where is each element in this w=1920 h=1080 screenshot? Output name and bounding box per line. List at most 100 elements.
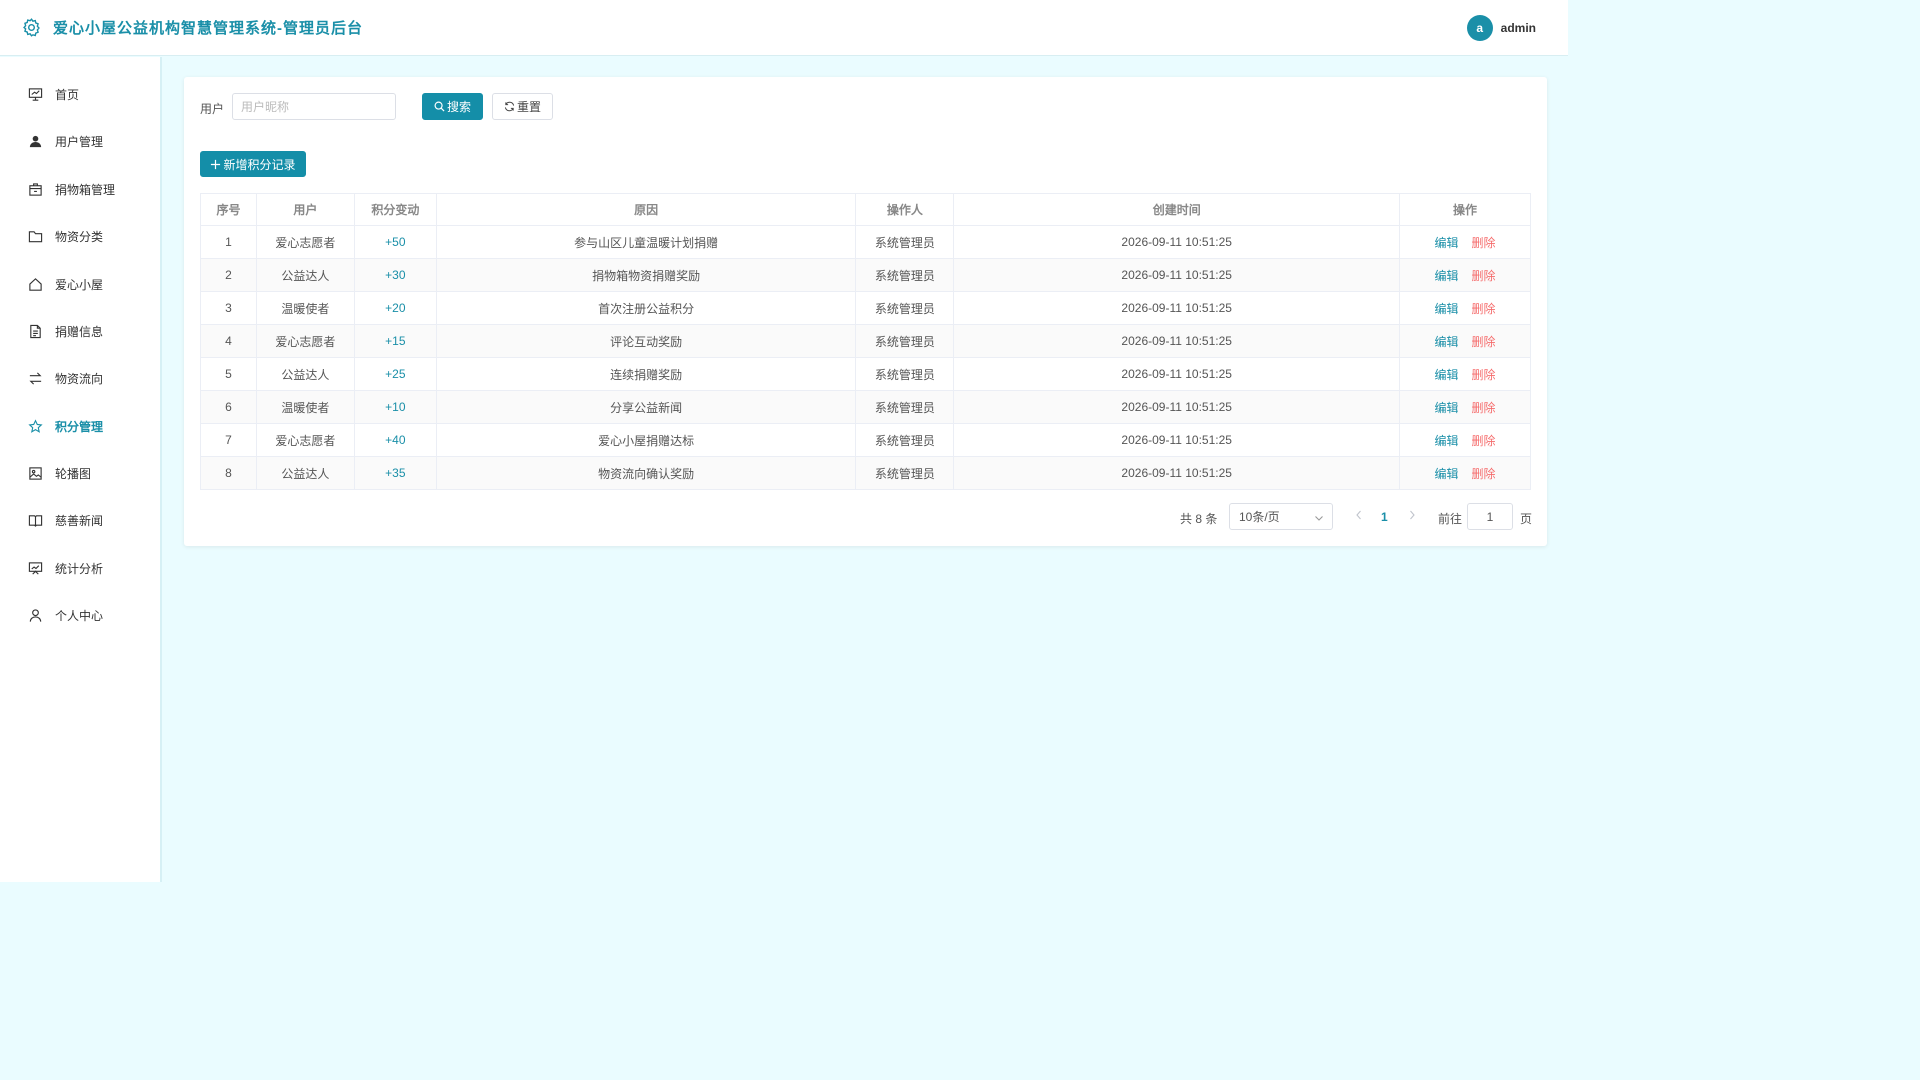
cell-operator: 系统管理员: [855, 456, 955, 490]
cell-change: +40: [353, 423, 437, 457]
cell-user: 温暖使者: [255, 291, 355, 325]
cell-index: 6: [200, 390, 257, 424]
table-row: 5 公益达人 +25 连续捐赠奖励 系统管理员 2026-09-11 10:51:25 编辑…: [200, 357, 1531, 391]
sidebar-item-home[interactable]: 首页: [0, 79, 160, 109]
sidebar-item-label: 首页: [55, 87, 80, 102]
table-row: 8 公益达人 +35 物资流向确认奖励 系统管理员 2026-09-11 10:51:25…: [200, 456, 1531, 490]
cell-operator: 系统管理员: [855, 324, 955, 358]
chart-board-icon: [28, 561, 43, 575]
delete-button[interactable]: 删除: [1472, 434, 1496, 448]
delete-button[interactable]: 删除: [1472, 467, 1496, 481]
delete-button[interactable]: 删除: [1472, 269, 1496, 283]
sidebar-item-donations[interactable]: 捐赠信息: [0, 316, 160, 346]
cell-index: 3: [200, 291, 257, 325]
cell-operator: 系统管理员: [855, 291, 955, 325]
sidebar-item-label: 用户管理: [55, 134, 104, 149]
column-header: 原因: [435, 193, 857, 226]
cell-reason: 首次注册公益积分: [435, 291, 857, 325]
edit-button[interactable]: 编辑: [1435, 269, 1459, 283]
sidebar-item-love-house[interactable]: 爱心小屋: [0, 269, 160, 299]
edit-button[interactable]: 编辑: [1435, 335, 1459, 349]
search-button[interactable]: 搜索: [422, 93, 483, 120]
goto-page-input[interactable]: [1467, 503, 1513, 530]
box-icon: [29, 182, 42, 196]
transfer-icon: [29, 371, 42, 385]
cell-actions: 编辑 删除: [1399, 456, 1531, 490]
cell-user: 温暖使者: [255, 390, 355, 424]
cell-change: +50: [353, 225, 437, 259]
sidebar-item-users[interactable]: 用户管理: [0, 126, 160, 156]
house-icon: [29, 277, 42, 291]
dashboard-icon: [28, 87, 43, 101]
goto-label: 前往: [1438, 512, 1463, 526]
user-menu[interactable]: a admin: [1466, 15, 1536, 41]
sidebar-item-label: 轮播图: [55, 466, 92, 481]
search-label: 用户: [200, 102, 225, 116]
sidebar-item-points[interactable]: 积分管理: [0, 411, 160, 441]
cell-reason: 连续捐赠奖励: [435, 357, 857, 391]
edit-button[interactable]: 编辑: [1435, 368, 1459, 382]
search-icon: [434, 101, 445, 112]
top-header: 爱心小屋公益机构智慧管理系统-管理员后台 a admin: [0, 0, 1568, 56]
column-header: 用户: [255, 193, 355, 226]
username[interactable]: admin: [1501, 21, 1536, 35]
pagination: 共 8 条 10条/页 1 前往 页: [184, 503, 1547, 531]
edit-button[interactable]: 编辑: [1435, 401, 1459, 415]
sidebar-item-categories[interactable]: 物资分类: [0, 221, 160, 251]
page-size-select[interactable]: 10条/页: [1229, 503, 1333, 530]
cell-reason: 评论互动奖励: [435, 324, 857, 358]
cell-reason: 捐物箱物资捐赠奖励: [435, 258, 857, 292]
page-number-current[interactable]: 1: [1381, 510, 1388, 524]
delete-button[interactable]: 删除: [1472, 401, 1496, 415]
cell-operator: 系统管理员: [855, 225, 955, 259]
cell-reason: 爱心小屋捐赠达标: [435, 423, 857, 457]
cell-operator: 系统管理员: [855, 390, 955, 424]
cell-change: +30: [353, 258, 437, 292]
cell-index: 4: [200, 324, 257, 358]
edit-button[interactable]: 编辑: [1435, 434, 1459, 448]
table-row: 2 公益达人 +30 捐物箱物资捐赠奖励 系统管理员 2026-09-11 10:51:2…: [200, 258, 1531, 292]
total-count: 共 8 条: [1180, 512, 1218, 526]
sidebar-item-statistics[interactable]: 统计分析: [0, 553, 160, 583]
delete-button[interactable]: 删除: [1472, 302, 1496, 316]
cell-reason: 参与山区儿童温暖计划捐赠: [435, 225, 857, 259]
delete-button[interactable]: 删除: [1472, 236, 1496, 250]
cell-user: 公益达人: [255, 258, 355, 292]
image-icon: [29, 466, 42, 480]
chevron-right-icon: [1410, 510, 1415, 520]
add-points-record-button[interactable]: 新增积分记录: [200, 151, 306, 177]
sidebar-item-news[interactable]: 慈善新闻: [0, 505, 160, 535]
sidebar-item-label: 捐赠信息: [55, 324, 104, 339]
table-row: 3 温暖使者 +20 首次注册公益积分 系统管理员 2026-09-11 10:51:25…: [200, 291, 1531, 325]
sidebar-item-label: 爱心小屋: [55, 277, 104, 292]
cell-operator: 系统管理员: [855, 423, 955, 457]
edit-button[interactable]: 编辑: [1435, 236, 1459, 250]
prev-page-button[interactable]: [1354, 509, 1364, 524]
book-icon: [28, 514, 43, 527]
edit-button[interactable]: 编辑: [1435, 467, 1459, 481]
page-suffix: 页: [1520, 512, 1533, 526]
sidebar-item-carousel[interactable]: 轮播图: [0, 458, 160, 488]
column-header: 操作: [1399, 193, 1531, 226]
delete-button[interactable]: 删除: [1472, 368, 1496, 382]
cell-time: 2026-09-11 10:51:25: [953, 324, 1401, 358]
add-button-label: 新增积分记录: [223, 157, 296, 172]
cell-time: 2026-09-11 10:51:25: [953, 456, 1401, 490]
reset-button-label: 重置: [516, 100, 541, 114]
cell-change: +15: [353, 324, 437, 358]
avatar[interactable]: a: [1466, 15, 1493, 41]
chevron-down-icon: [1315, 516, 1323, 521]
cell-change: +25: [353, 357, 437, 391]
delete-button[interactable]: 删除: [1472, 335, 1496, 349]
edit-button[interactable]: 编辑: [1435, 302, 1459, 316]
sidebar-item-donation-box[interactable]: 捐物箱管理: [0, 174, 160, 204]
cell-actions: 编辑 删除: [1399, 291, 1531, 325]
cell-index: 1: [200, 225, 257, 259]
cell-index: 7: [200, 423, 257, 457]
cell-time: 2026-09-11 10:51:25: [953, 225, 1401, 259]
next-page-button[interactable]: [1407, 509, 1417, 524]
search-input[interactable]: [232, 93, 396, 120]
sidebar-item-flow[interactable]: 物资流向: [0, 363, 160, 393]
sidebar-item-profile[interactable]: 个人中心: [0, 600, 160, 630]
reset-button[interactable]: 重置: [492, 93, 553, 120]
